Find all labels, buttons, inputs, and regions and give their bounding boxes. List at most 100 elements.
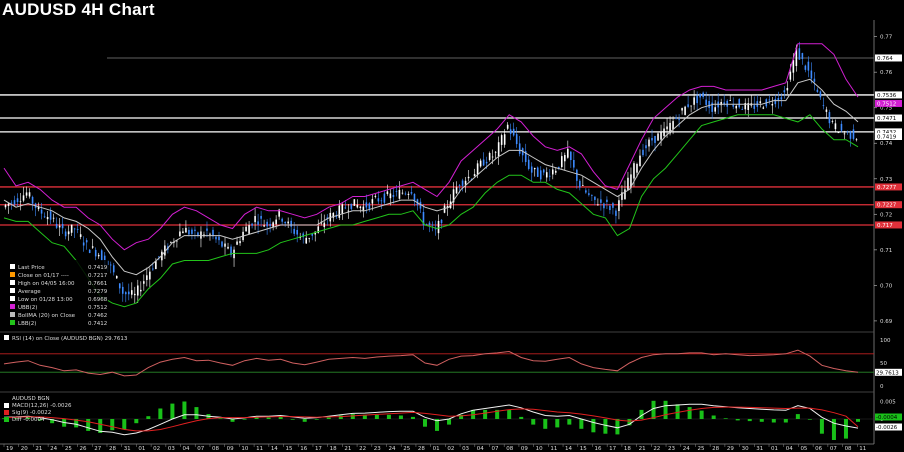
- candle-body: [137, 285, 139, 296]
- candle-body: [582, 185, 584, 186]
- candle-body: [771, 104, 774, 106]
- candle-body: [645, 145, 647, 149]
- macd-diff-bar: [483, 409, 488, 419]
- macd-diff-bar: [687, 407, 692, 419]
- candle-body: [666, 126, 668, 130]
- candle-body: [732, 104, 735, 107]
- macd-diff-bar: [242, 419, 247, 420]
- candle-body: [789, 71, 792, 80]
- candle-body: [155, 261, 157, 270]
- candle-body: [115, 275, 118, 279]
- candle-body: [855, 139, 858, 141]
- candle-body: [392, 194, 395, 197]
- candle-body: [564, 155, 566, 162]
- candle-body: [398, 189, 401, 199]
- candle-body: [224, 243, 226, 247]
- candle-body: [648, 139, 650, 147]
- candle-body: [801, 53, 804, 60]
- legend-value: 0.7462: [88, 313, 107, 319]
- candle-body: [91, 246, 94, 248]
- x-tick-label: 07: [830, 446, 837, 452]
- x-tick-label: 08: [845, 446, 852, 452]
- candle-body: [251, 223, 253, 226]
- candle-body: [338, 205, 341, 218]
- candle-body: [76, 228, 79, 230]
- x-tick-label: 03: [168, 446, 175, 452]
- price-label-text: 0.7419: [877, 134, 897, 140]
- y-tick-label: 0.69: [880, 319, 893, 325]
- macd-diff-bar: [579, 419, 584, 429]
- candle-body: [684, 106, 686, 115]
- candle-body: [660, 131, 662, 140]
- candle-body: [245, 226, 247, 232]
- x-tick-label: 19: [6, 446, 13, 452]
- x-tick-label: 22: [359, 446, 366, 452]
- macd-diff-bar: [843, 419, 848, 439]
- macd-diff-bar: [350, 414, 355, 419]
- candle-body: [404, 193, 407, 195]
- macd-diff-bar: [735, 419, 740, 421]
- candle-body: [239, 241, 241, 244]
- x-tick-label: 10: [241, 446, 248, 452]
- legend-swatch: [10, 272, 15, 277]
- candle-body: [816, 89, 819, 92]
- x-tick-label: 25: [65, 446, 72, 452]
- x-tick-label: 30: [742, 446, 749, 452]
- legend-label: High on 04/05 16:00: [18, 281, 75, 287]
- candle-body: [482, 159, 485, 166]
- candle-body: [798, 48, 801, 60]
- macd-diff-bar: [410, 416, 415, 419]
- candle-body: [140, 289, 142, 292]
- legend-label: UBB(2): [18, 305, 37, 311]
- candle-body: [753, 105, 756, 109]
- candle-body: [374, 195, 377, 197]
- candle-body: [663, 128, 665, 136]
- candle-body: [500, 135, 503, 145]
- macd-diff-bar: [723, 418, 728, 419]
- candle-body: [356, 204, 359, 208]
- x-tick-label: 17: [609, 446, 616, 452]
- candle-body: [13, 200, 16, 205]
- macd-legend-swatch: [4, 410, 9, 415]
- candle-body: [191, 229, 193, 234]
- candle-body: [437, 220, 440, 234]
- candle-body: [260, 215, 262, 219]
- candle-body: [296, 229, 298, 235]
- candle-body: [654, 135, 656, 143]
- candle-body: [85, 240, 88, 243]
- candle-body: [407, 193, 410, 195]
- horizontal-levels: [0, 57, 874, 226]
- candle-body: [561, 156, 563, 167]
- x-axis: 19 20 21 24 25 26 27 28 31 01 02 03 04 07 08 09 10 11 14 15…: [3, 444, 866, 452]
- candle-body: [227, 246, 229, 249]
- candle-body: [479, 160, 482, 167]
- x-tick-label: 01: [138, 446, 145, 452]
- candle-body: [488, 152, 491, 160]
- legend-label: Close on 01/17 ----: [18, 273, 69, 279]
- candle-body: [371, 199, 374, 204]
- candle-body: [269, 223, 271, 227]
- candle-body: [73, 228, 76, 230]
- macd-diff-bar: [591, 419, 596, 433]
- macd-diff-bar: [651, 400, 656, 419]
- candle-body: [4, 204, 7, 208]
- candle-body: [221, 241, 223, 247]
- candle-body: [236, 241, 238, 245]
- candle-body: [19, 201, 22, 203]
- candle-body: [70, 224, 73, 233]
- candle-body: [780, 97, 783, 100]
- candle-body: [699, 93, 701, 98]
- macd-diff-bar: [314, 419, 319, 420]
- candle-body: [464, 180, 467, 185]
- price-label-text: 0.7536: [877, 93, 897, 99]
- price-label-text: 0.7512: [877, 101, 896, 107]
- x-tick-label: 24: [50, 446, 57, 452]
- macd-value-text: -0.0026: [876, 425, 898, 431]
- macd-diff-bar: [386, 414, 391, 419]
- x-tick-label: 11: [550, 446, 557, 452]
- candle-body: [143, 281, 145, 284]
- candle-body: [834, 123, 837, 130]
- candle-body: [377, 198, 380, 202]
- macd-legend-label: Sig(9) -0.0022: [12, 410, 51, 416]
- candle-body: [31, 196, 34, 204]
